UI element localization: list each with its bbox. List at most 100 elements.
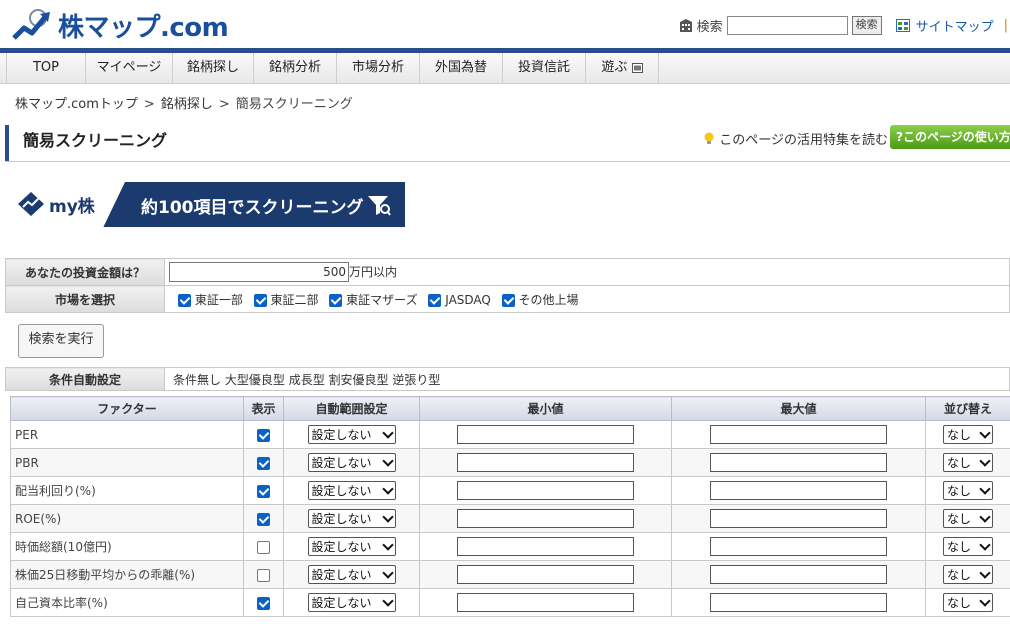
min-value-input[interactable] xyxy=(457,481,634,500)
market-option[interactable]: 東証二部 xyxy=(253,292,319,307)
display-checkbox[interactable] xyxy=(257,512,270,526)
market-checkbox[interactable] xyxy=(178,293,191,307)
auto-range-select[interactable]: 設定しない xyxy=(307,425,396,444)
site-logo[interactable]: 株マップ.com xyxy=(12,6,229,44)
market-option-label: 東証一部 xyxy=(194,292,243,307)
howto-button[interactable]: ?このページの使い方 xyxy=(890,125,1010,149)
search-button[interactable]: 検索 xyxy=(851,16,882,35)
nav-item-funds[interactable]: 投資信託 xyxy=(502,53,585,83)
table-row: PBR 設定しない なし xyxy=(10,448,1010,477)
execute-search-button[interactable]: 検索を実行 xyxy=(18,324,104,358)
feature-tip-link[interactable]: このページの活用特集を読む xyxy=(719,129,888,148)
chevron-down-icon xyxy=(979,595,991,607)
site-header: 株マップ.com 検索 検索 サイトマップ | xyxy=(0,0,1010,50)
search-input[interactable] xyxy=(726,16,848,35)
max-value-input[interactable] xyxy=(710,537,887,556)
market-checkbox[interactable] xyxy=(501,293,515,307)
min-value-input[interactable] xyxy=(457,425,634,444)
market-option-label: JASDAQ xyxy=(445,292,491,307)
market-checkbox[interactable] xyxy=(253,293,267,307)
auto-option-growth[interactable]: 成長型 xyxy=(289,373,325,387)
table-row: 時価総額(10億円) 設定しない なし xyxy=(10,532,1010,561)
header-separator: | xyxy=(1003,18,1008,33)
min-value-input[interactable] xyxy=(457,565,634,584)
logo-icon xyxy=(12,9,50,40)
auto-range-select[interactable]: 設定しない xyxy=(307,509,396,528)
factor-name: PER xyxy=(10,420,244,449)
nav-item-market-analysis[interactable]: 市場分析 xyxy=(336,53,419,83)
nav-item-mypage[interactable]: マイページ xyxy=(85,53,172,83)
sort-select[interactable]: なし xyxy=(943,453,993,472)
sort-select[interactable]: なし xyxy=(943,481,993,500)
min-value-input[interactable] xyxy=(457,593,634,612)
market-option[interactable]: 東証マザーズ xyxy=(329,293,418,307)
auto-range-select[interactable]: 設定しない xyxy=(307,537,396,556)
nav-item-stock-search[interactable]: 銘柄探し xyxy=(172,53,253,83)
market-option[interactable]: 東証一部 xyxy=(178,293,243,307)
col-header-factor: ファクター xyxy=(10,396,244,421)
sort-select[interactable]: なし xyxy=(943,593,993,612)
display-checkbox[interactable] xyxy=(257,596,270,610)
max-value-input[interactable] xyxy=(710,509,887,528)
table-row: ROE(%) 設定しない なし xyxy=(10,504,1010,533)
sort-select[interactable]: なし xyxy=(943,537,993,556)
chevron-down-icon xyxy=(381,455,394,467)
breadcrumb-current: 簡易スクリーニング xyxy=(235,97,353,112)
min-value-input[interactable] xyxy=(457,453,634,472)
sitemap-link[interactable]: サイトマップ xyxy=(916,16,994,35)
table-row: 株価25日移動平均からの乖離(%) 設定しない なし xyxy=(10,560,1010,589)
breadcrumb-stock-search[interactable]: 銘柄探し xyxy=(161,97,213,112)
max-value-input[interactable] xyxy=(710,593,887,612)
display-checkbox[interactable] xyxy=(257,428,270,442)
display-checkbox[interactable] xyxy=(257,456,270,470)
factor-name: 時価総額(10億円) xyxy=(10,532,244,561)
factor-name: 配当利回り(%) xyxy=(10,476,244,505)
sort-select-value: なし xyxy=(947,484,972,498)
nav-item-play[interactable]: 遊ぶ xyxy=(585,53,659,83)
auto-option-large-quality[interactable]: 大型優良型 xyxy=(225,373,285,387)
table-row: 配当利回り(%) 設定しない なし xyxy=(10,476,1010,505)
chevron-down-icon xyxy=(381,595,394,607)
display-checkbox[interactable] xyxy=(257,484,270,498)
nav-item-stock-analysis[interactable]: 銘柄分析 xyxy=(253,53,336,83)
auto-option-contrarian[interactable]: 逆張り型 xyxy=(392,373,440,387)
market-checkbox[interactable] xyxy=(329,293,343,307)
max-value-input[interactable] xyxy=(710,453,887,472)
display-checkbox[interactable] xyxy=(257,540,270,554)
my-kabu-logo: my株 xyxy=(17,191,95,217)
breadcrumb-separator: > xyxy=(143,97,155,112)
auto-range-select[interactable]: 設定しない xyxy=(307,593,396,612)
breadcrumb-home[interactable]: 株マップ.comトップ xyxy=(15,97,138,112)
market-option[interactable]: その他上場 xyxy=(501,293,579,307)
display-checkbox[interactable] xyxy=(257,568,270,582)
amount-input[interactable]: 500 xyxy=(169,262,349,282)
auto-option-none[interactable]: 条件無し xyxy=(173,373,221,387)
market-option-label: 東証二部 xyxy=(270,292,319,307)
auto-condition-label: 条件自動設定 xyxy=(5,367,165,391)
col-header-display: 表示 xyxy=(243,396,284,421)
min-value-input[interactable] xyxy=(457,509,634,528)
min-value-input[interactable] xyxy=(457,537,634,556)
sort-select[interactable]: なし xyxy=(943,565,993,584)
sort-select-value: なし xyxy=(947,540,972,554)
sitemap-icon xyxy=(895,19,910,32)
nav-item-forex[interactable]: 外国為替 xyxy=(419,53,502,83)
feature-tip[interactable]: このページの活用特集を読む xyxy=(703,129,888,148)
max-value-input[interactable] xyxy=(710,565,887,584)
sort-select[interactable]: なし xyxy=(943,425,993,444)
auto-range-select-value: 設定しない xyxy=(311,540,372,554)
my-kabu-banner[interactable]: my株 約100項目でスクリーニング xyxy=(5,182,405,227)
lightbulb-icon xyxy=(704,132,714,144)
nav-item-top[interactable]: TOP xyxy=(6,53,85,83)
max-value-input[interactable] xyxy=(710,425,887,444)
auto-range-select[interactable]: 設定しない xyxy=(307,481,396,500)
chevron-down-icon xyxy=(381,567,394,579)
logo-domain-text: .com xyxy=(160,12,229,43)
market-option[interactable]: JASDAQ xyxy=(428,292,491,307)
auto-range-select[interactable]: 設定しない xyxy=(307,565,396,584)
sort-select[interactable]: なし xyxy=(943,509,993,528)
auto-range-select[interactable]: 設定しない xyxy=(307,453,396,472)
market-checkbox[interactable] xyxy=(428,293,442,307)
max-value-input[interactable] xyxy=(710,481,887,500)
auto-option-value[interactable]: 割安優良型 xyxy=(329,373,389,387)
